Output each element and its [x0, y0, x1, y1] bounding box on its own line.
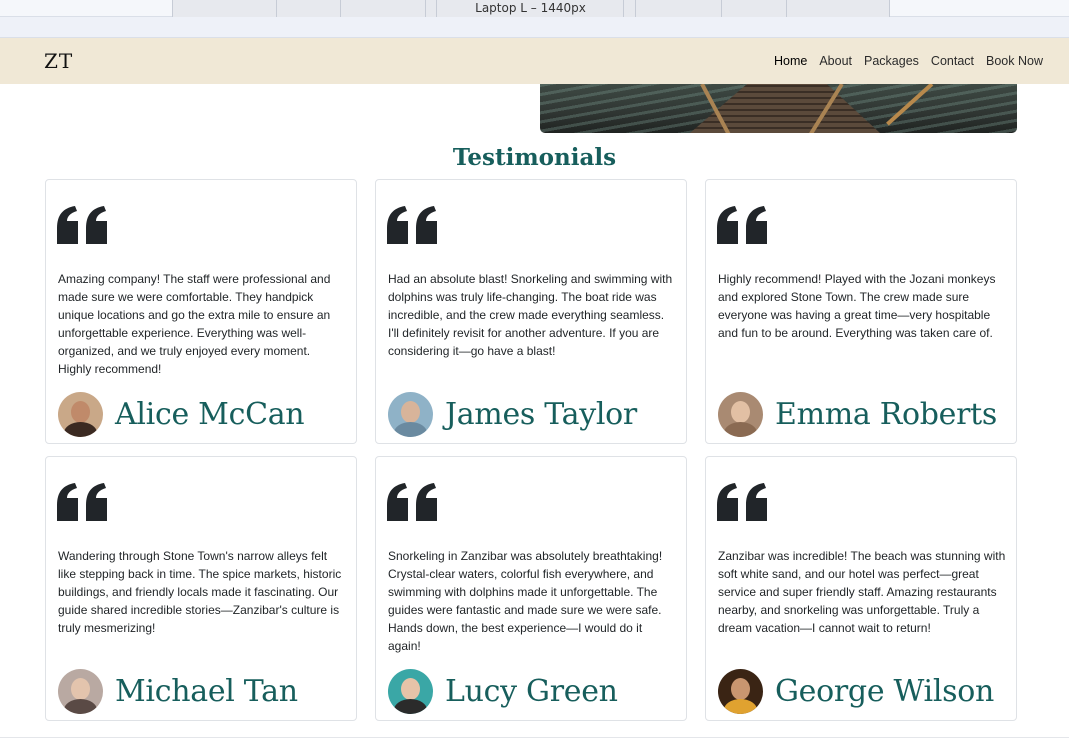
testimonials-title: Testimonials	[452, 144, 617, 171]
avatar-face	[401, 678, 420, 700]
nav-link-about[interactable]: About	[819, 54, 852, 68]
avatar-body	[64, 699, 97, 714]
author-name: James Taylor	[445, 397, 637, 432]
testimonial-text: Had an absolute blast! Snorkeling and sw…	[388, 272, 673, 358]
avatar-body	[724, 699, 757, 714]
ruler-tick	[436, 0, 437, 17]
avatar	[388, 392, 433, 437]
testimonials-grid: Amazing company! The staff were professi…	[45, 179, 1017, 721]
brand-logo[interactable]: ZT	[44, 49, 73, 73]
author-name: Lucy Green	[445, 674, 618, 709]
testimonial-text: Zanzibar was incredible! The beach was s…	[718, 549, 1006, 635]
avatar	[58, 392, 103, 437]
avatar-face	[71, 401, 90, 423]
navbar: ZT Home About Packages Contact Book Now	[0, 38, 1069, 84]
testimonial-text: Wandering through Stone Town's narrow al…	[58, 549, 342, 635]
author-name: George Wilson	[775, 674, 994, 709]
testimonial-author: James Taylor	[388, 392, 637, 437]
testimonial-author: Michael Tan	[58, 669, 298, 714]
quote-open-icon	[717, 483, 767, 521]
avatar-face	[731, 401, 750, 423]
author-name: Michael Tan	[115, 674, 298, 709]
avatar-body	[394, 699, 427, 714]
testimonial-author: Alice McCan	[58, 392, 305, 437]
nav-link-contact[interactable]: Contact	[931, 54, 974, 68]
avatar-face	[401, 401, 420, 423]
avatar	[718, 669, 763, 714]
testimonial-card: Had an absolute blast! Snorkeling and sw…	[375, 179, 687, 444]
avatar	[58, 669, 103, 714]
ruler-tick	[623, 0, 624, 17]
avatar-face	[731, 678, 750, 700]
quote-open-icon	[57, 483, 107, 521]
testimonial-author: Lucy Green	[388, 669, 618, 714]
ruler-tick	[425, 0, 426, 17]
hero-image	[540, 84, 1017, 133]
nav-link-packages[interactable]: Packages	[864, 54, 919, 68]
testimonial-author: George Wilson	[718, 669, 994, 714]
testimonial-text: Amazing company! The staff were professi…	[58, 272, 331, 376]
avatar-body	[724, 422, 757, 437]
avatar-body	[394, 422, 427, 437]
testimonial-card: Highly recommend! Played with the Jozani…	[705, 179, 1017, 444]
testimonial-card: Wandering through Stone Town's narrow al…	[45, 456, 357, 721]
viewport-size-label[interactable]: Laptop L – 1440px	[450, 0, 611, 17]
nav-link-home[interactable]: Home	[774, 54, 807, 68]
testimonial-text: Highly recommend! Played with the Jozani…	[718, 272, 996, 340]
quote-open-icon	[387, 206, 437, 244]
ruler-tick	[786, 0, 787, 17]
author-name: Alice McCan	[115, 397, 305, 432]
ruler-tick	[340, 0, 341, 17]
quote-open-icon	[717, 206, 767, 244]
testimonial-card: Snorkeling in Zanzibar was absolutely br…	[375, 456, 687, 721]
avatar-face	[71, 678, 90, 700]
ruler-strip: Laptop L – 1440px	[0, 0, 1069, 17]
quote-open-icon	[387, 483, 437, 521]
author-name: Emma Roberts	[775, 397, 998, 432]
testimonial-author: Emma Roberts	[718, 392, 997, 437]
quote-open-icon	[57, 206, 107, 244]
ruler-tick	[635, 0, 636, 17]
testimonial-card: Amazing company! The staff were professi…	[45, 179, 357, 444]
ruler-tick	[276, 0, 277, 17]
ruler-tick	[721, 0, 722, 17]
testimonial-card: Zanzibar was incredible! The beach was s…	[705, 456, 1017, 721]
avatar	[388, 669, 433, 714]
devtools-ruler: Laptop L – 1440px	[0, 0, 1069, 38]
nav-links: Home About Packages Contact Book Now	[774, 54, 1043, 68]
avatar-body	[64, 422, 97, 437]
avatar	[718, 392, 763, 437]
nav-link-book-now[interactable]: Book Now	[986, 54, 1043, 68]
testimonial-text: Snorkeling in Zanzibar was absolutely br…	[388, 549, 663, 653]
